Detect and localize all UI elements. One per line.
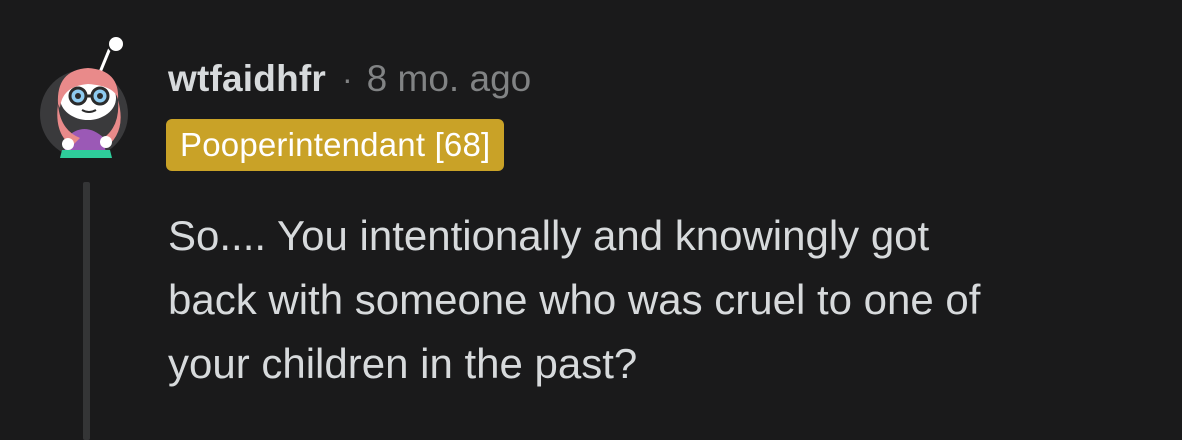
snoo-avatar-icon [40,35,128,158]
comment-body-line: back with someone who was cruel to one o… [168,276,981,323]
comment-body: So.... You intentionally and knowingly g… [168,204,1158,396]
user-flair: Pooperintendant [68] [166,119,505,171]
user-avatar[interactable] [40,34,140,158]
meta-separator: · [342,60,353,97]
comment-header: wtfaidhfr · 8 mo. ago [168,56,531,102]
comment-body-line: So.... You intentionally and knowingly g… [168,212,930,259]
comment: wtfaidhfr · 8 mo. ago Pooperintendant [6… [0,0,1182,440]
thread-line[interactable] [83,182,90,440]
username-link[interactable]: wtfaidhfr [168,58,326,100]
timestamp[interactable]: 8 mo. ago [367,58,532,100]
flair-text: Pooperintendant [68] [180,126,491,163]
comment-body-line: your children in the past? [168,340,638,387]
